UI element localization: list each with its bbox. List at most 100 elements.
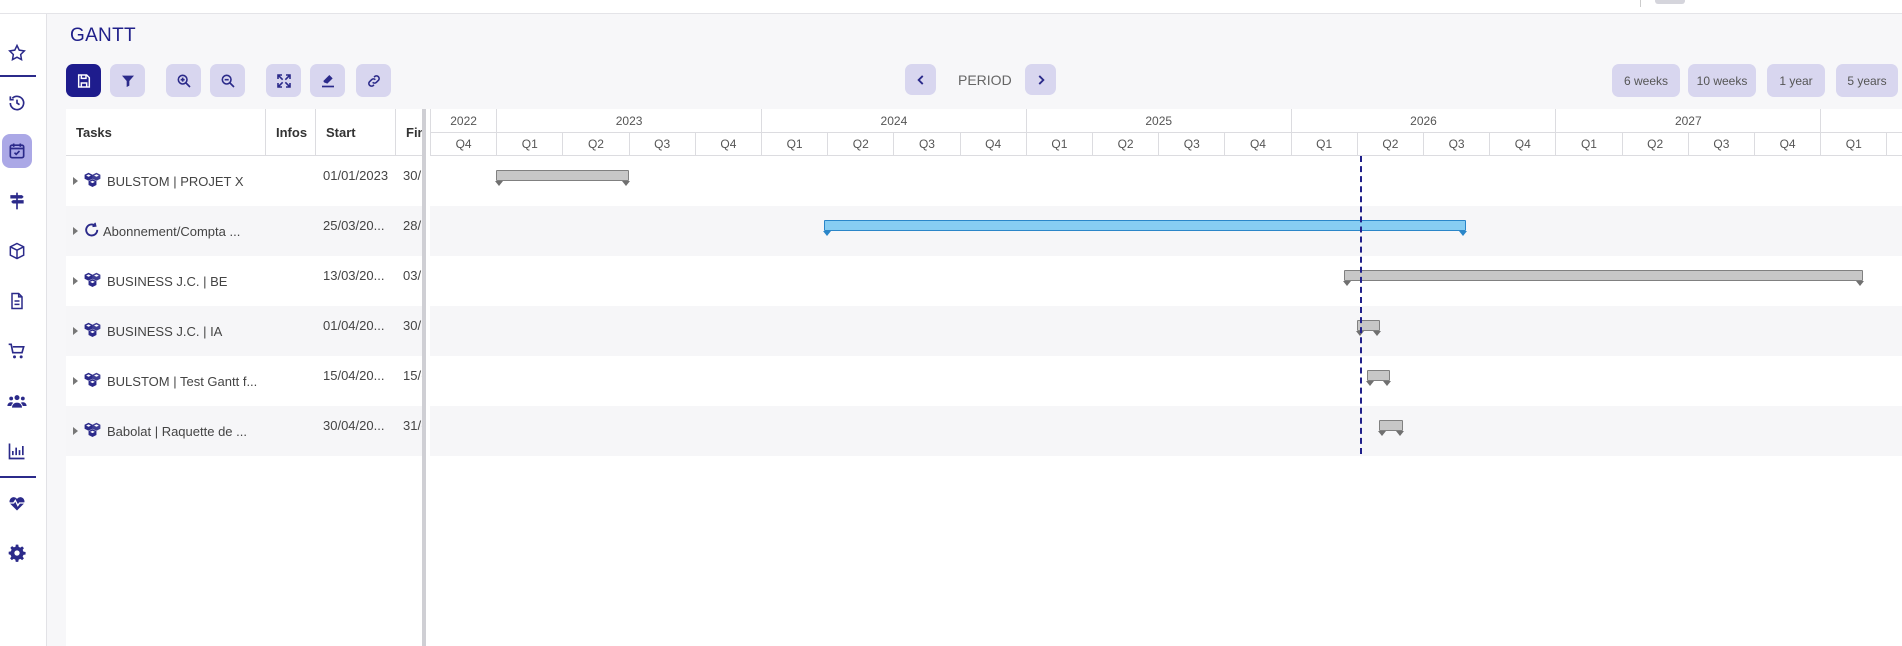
range-5-years-button[interactable]: 5 years [1836,64,1898,97]
gantt-chart: 2022202320242025202620272028 Q4Q1Q2Q3Q4Q… [430,109,1902,646]
task-end-date: 30/ [403,318,422,333]
chart-row [430,306,1902,356]
gear-icon[interactable] [2,536,32,570]
quarter-label: Q2 [1356,133,1423,155]
table-row[interactable]: BULSTOM | Test Gantt f... 15/04/20... 15/( [66,356,422,406]
gantt-bar[interactable] [1377,420,1405,436]
top-mini-control[interactable] [1655,0,1685,4]
bar-end-handle[interactable] [1459,231,1467,236]
bar-end-handle[interactable] [621,181,630,186]
task-start-date: 13/03/20... [323,268,385,283]
task-name[interactable]: Abonnement/Compta ... [103,206,258,256]
top-separator [1640,0,1641,7]
cart-icon[interactable] [2,334,32,368]
expand-caret-icon[interactable] [73,427,78,435]
cubes-icon [83,272,102,288]
gantt-bar[interactable] [1342,270,1865,286]
expand-caret-icon[interactable] [73,277,78,285]
heart-pulse-icon[interactable] [2,486,32,520]
year-label: 2025 [1025,109,1291,132]
task-start-date: 15/04/20... [323,368,385,383]
bar-end-handle[interactable] [1396,431,1405,436]
quarter-label: Q3 [628,133,695,155]
star-icon[interactable] [2,36,32,70]
quarter-label: Q4 [1489,133,1555,155]
filter-button[interactable] [110,64,145,97]
history-icon[interactable] [2,86,32,120]
gantt-bar[interactable] [1365,370,1391,386]
task-name[interactable]: BULSTOM | Test Gantt f... [107,356,262,406]
column-header-end[interactable]: Fin [396,109,422,156]
column-header-start[interactable]: Start [316,109,396,156]
task-start-date: 01/01/2023 [323,168,389,183]
gantt-bar[interactable] [495,170,630,186]
zoom-out-button[interactable] [210,64,245,97]
task-grid: Tasks Infos Start Fin BULSTOM | PROJET X… [66,109,426,646]
quarter-label: Q4 [430,133,496,155]
column-header-infos[interactable]: Infos [266,109,316,156]
range-1-year-button[interactable]: 1 year [1767,64,1825,97]
bar-start-handle[interactable] [495,181,504,186]
filter-icon [121,75,134,87]
calendar-check-icon[interactable] [2,134,32,168]
link-button[interactable] [356,64,391,97]
bar-start-handle[interactable] [1377,431,1386,436]
period-label: PERIOD [958,72,1012,88]
range-6-weeks-button[interactable]: 6 weeks [1612,64,1680,97]
expand-caret-icon[interactable] [73,327,78,335]
task-name[interactable]: BUSINESS J.C. | IA [107,306,262,356]
year-label: 2022 [430,109,496,132]
bar-end-handle[interactable] [1856,281,1865,286]
cubes-icon [83,322,102,338]
bar-start-handle[interactable] [822,231,831,236]
table-row[interactable]: BUSINESS J.C. | BE 13/03/20... 03/ [66,256,422,306]
quarter-label: Q4 [959,133,1026,155]
top-bar [0,0,1902,14]
grid-header: Tasks Infos Start Fin [66,109,422,156]
range-10-weeks-button[interactable]: 10 weeks [1688,64,1756,97]
quarter-label: Q2 [1092,133,1158,155]
zoom-in-button[interactable] [166,64,201,97]
period-next-button[interactable] [1025,64,1056,95]
table-row[interactable]: Babolat | Raquette de ... 30/04/20... 31/( [66,406,422,456]
cubes-icon [83,422,102,438]
year-label: 2026 [1290,109,1556,132]
expand-caret-icon[interactable] [73,377,78,385]
users-icon[interactable] [2,384,32,418]
expand-button[interactable] [266,64,301,97]
task-start-date: 30/04/20... [323,418,385,433]
page-title: GANTT [70,25,136,46]
bar-end-handle[interactable] [1372,331,1381,336]
table-row[interactable]: Abonnement/Compta ... 25/03/20... 28/ [66,206,422,256]
task-end-date: 28/ [403,218,422,233]
task-name[interactable]: BULSTOM | PROJET X [107,156,262,206]
box-icon[interactable] [2,234,32,268]
task-name[interactable]: Babolat | Raquette de ... [107,406,262,456]
column-header-tasks[interactable]: Tasks [66,109,266,156]
year-label: 2023 [496,109,761,132]
bar-start-handle[interactable] [1365,381,1374,386]
sidebar [0,14,47,646]
expand-icon [276,73,291,88]
chart-row [430,156,1902,206]
save-button[interactable] [66,64,101,97]
fill-button[interactable] [310,64,345,97]
quarter-label: Q1 [1820,133,1886,155]
expand-caret-icon[interactable] [73,177,78,185]
bar-end-handle[interactable] [1382,381,1391,386]
quarter-label: Q2 [827,133,893,155]
bar-chart-icon[interactable] [2,434,32,468]
table-row[interactable]: BUSINESS J.C. | IA 01/04/20... 30/ [66,306,422,356]
bar-start-handle[interactable] [1342,281,1351,286]
quarter-label: Q4 [1224,133,1290,155]
table-row[interactable]: BULSTOM | PROJET X 01/01/2023 30/ [66,156,422,206]
year-label: 2024 [761,109,1026,132]
zoom-in-icon [177,74,191,88]
quarter-label: Q3 [1158,133,1224,155]
period-prev-button[interactable] [905,64,936,95]
signpost-icon[interactable] [2,184,32,218]
gantt-bar[interactable] [822,220,1467,236]
expand-caret-icon[interactable] [73,227,78,235]
document-icon[interactable] [2,284,32,318]
task-name[interactable]: BUSINESS J.C. | BE [107,256,262,306]
